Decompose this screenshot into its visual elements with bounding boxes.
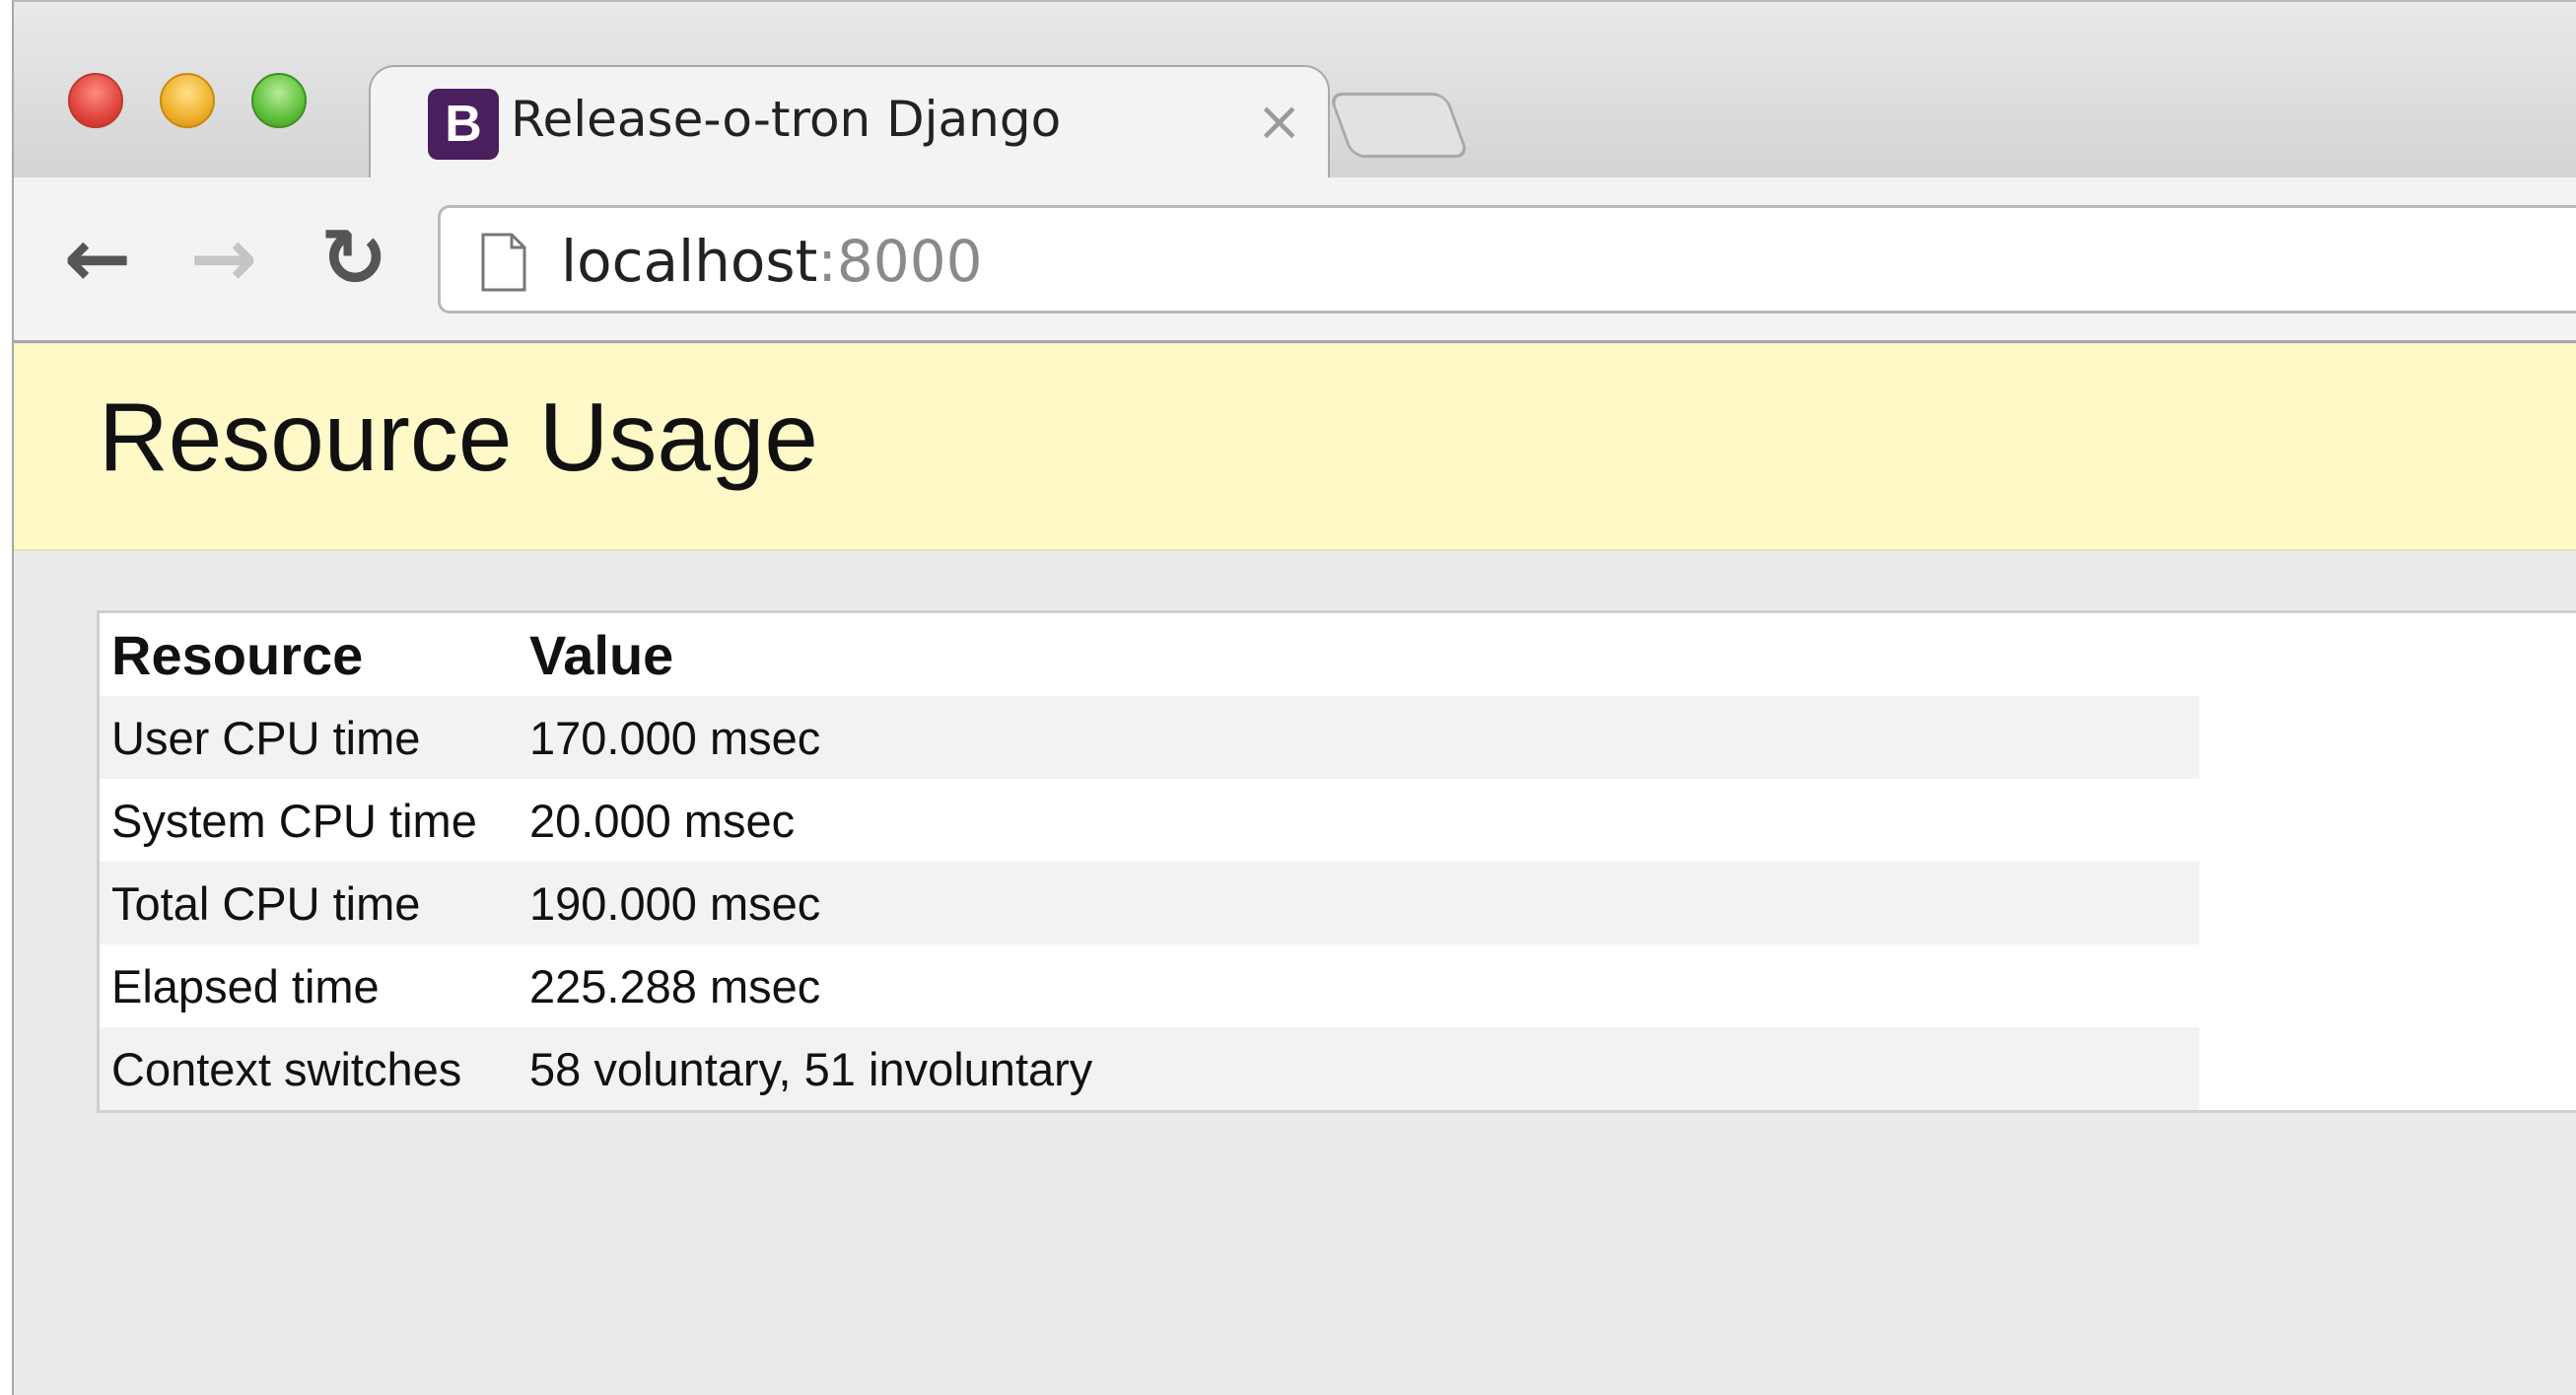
- resource-table: Resource Value User CPU time 170.000 mse…: [100, 613, 2199, 1110]
- value-cell: 225.288 msec: [518, 944, 2199, 1027]
- resource-table-container: Resource Value User CPU time 170.000 mse…: [97, 610, 2576, 1113]
- table-row: Context switches 58 voluntary, 51 involu…: [100, 1027, 2199, 1110]
- table-row: User CPU time 170.000 msec: [100, 696, 2199, 779]
- bootstrap-favicon-icon: B: [428, 89, 499, 160]
- close-window-button[interactable]: [68, 73, 123, 128]
- resource-cell: Total CPU time: [100, 862, 518, 944]
- resource-cell: User CPU time: [100, 696, 518, 779]
- column-header-value: Value: [529, 623, 674, 686]
- url-port: :8000: [817, 228, 983, 295]
- tab-active[interactable]: B Release-o-tron Django ×: [369, 65, 1330, 179]
- column-header-resource: Resource: [111, 623, 364, 686]
- value-cell: 58 voluntary, 51 involuntary: [518, 1027, 2199, 1110]
- browser-toolbar: ← → ↻ localhost:8000: [14, 177, 2576, 343]
- forward-arrow-icon[interactable]: →: [179, 215, 268, 304]
- page-title: Resource Usage: [99, 383, 818, 491]
- table-row: System CPU time 20.000 msec: [100, 779, 2199, 862]
- tab-strip: B Release-o-tron Django ×: [14, 2, 2576, 179]
- table-header-row: Resource Value: [100, 613, 2199, 696]
- page-content: Resource Usage Resource Value User CPU t…: [14, 344, 2576, 1395]
- resource-cell: System CPU time: [100, 779, 518, 862]
- page-icon: [481, 233, 526, 292]
- new-tab-button[interactable]: [1327, 93, 1471, 158]
- reload-icon[interactable]: ↻: [310, 215, 398, 304]
- table-row: Elapsed time 225.288 msec: [100, 944, 2199, 1027]
- table-row: Total CPU time 190.000 msec: [100, 862, 2199, 944]
- close-tab-icon[interactable]: ×: [1256, 87, 1302, 158]
- value-cell: 20.000 msec: [518, 779, 2199, 862]
- url-text[interactable]: localhost:8000: [561, 228, 983, 295]
- tab-title: Release-o-tron Django: [511, 91, 1062, 148]
- url-host: localhost: [561, 228, 818, 295]
- resource-cell: Context switches: [100, 1027, 518, 1110]
- zoom-window-button[interactable]: [251, 73, 307, 128]
- browser-window: B Release-o-tron Django × ← → ↻ localhos…: [12, 0, 2576, 1395]
- minimize-window-button[interactable]: [160, 73, 215, 128]
- back-arrow-icon[interactable]: ←: [53, 215, 142, 304]
- address-bar[interactable]: localhost:8000: [438, 205, 2576, 314]
- page-header-banner: Resource Usage: [14, 344, 2576, 551]
- value-cell: 190.000 msec: [518, 862, 2199, 944]
- resource-cell: Elapsed time: [100, 944, 518, 1027]
- value-cell: 170.000 msec: [518, 696, 2199, 779]
